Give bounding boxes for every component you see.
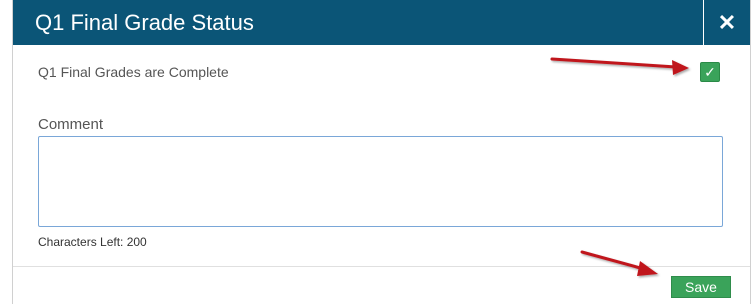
dialog-header: Q1 Final Grade Status ✕ — [13, 0, 750, 45]
save-button[interactable]: Save — [671, 276, 731, 298]
close-button[interactable]: ✕ — [703, 0, 750, 45]
dialog-title: Q1 Final Grade Status — [35, 10, 254, 35]
characters-left-text: Characters Left: 200 — [38, 235, 147, 249]
footer-divider — [13, 266, 750, 267]
comment-textarea[interactable] — [38, 136, 723, 227]
close-icon: ✕ — [717, 10, 737, 35]
page: Q1 Final Grade Status ✕ Q1 Final Grades … — [0, 0, 752, 304]
background-edge — [0, 0, 12, 304]
grades-complete-checkbox[interactable]: ✓ — [700, 62, 720, 82]
comment-label: Comment — [38, 116, 104, 133]
grade-status-dialog: Q1 Final Grade Status ✕ Q1 Final Grades … — [12, 0, 751, 304]
checkmark-icon: ✓ — [704, 64, 716, 80]
grades-complete-label: Q1 Final Grades are Complete — [38, 64, 229, 80]
